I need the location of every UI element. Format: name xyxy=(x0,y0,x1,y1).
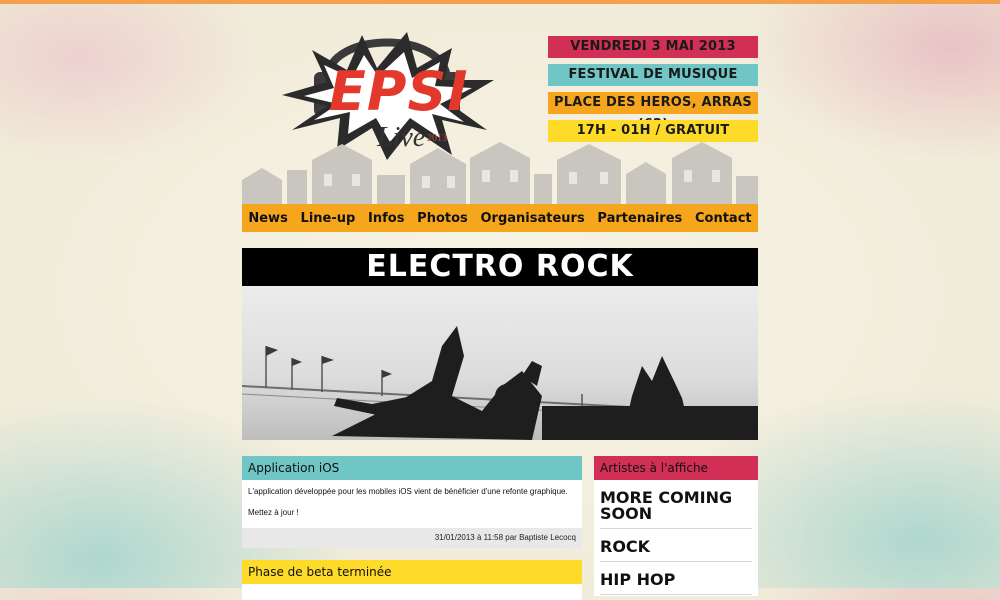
event-date: Vendredi 3 Mai 2013 xyxy=(548,36,758,58)
event-type: Festival de musique xyxy=(548,64,758,86)
buildings-illustration xyxy=(242,142,758,204)
nav-photos[interactable]: Photos xyxy=(417,211,468,226)
news-body: L'application développée pour les mobile… xyxy=(242,480,582,518)
nav-news[interactable]: News xyxy=(248,211,287,226)
logo-title: EPSI xyxy=(329,60,469,123)
nav-infos[interactable]: Infos xyxy=(368,211,404,226)
event-hours: 17h - 01h / Gratuit xyxy=(548,120,758,142)
banner-photo xyxy=(242,286,758,440)
event-location: Place des Heros, Arras (62) xyxy=(548,92,758,132)
news-paragraph: Mettez à jour ! xyxy=(248,508,299,517)
news-card: Phase de beta terminée xyxy=(242,560,582,600)
news-title[interactable]: Phase de beta terminée xyxy=(242,560,582,584)
news-paragraph: L'application développée pour les mobile… xyxy=(248,487,568,496)
news-title[interactable]: Application iOS xyxy=(242,456,582,480)
nav-contact[interactable]: Contact xyxy=(695,211,752,226)
nav-partenaires[interactable]: Partenaires xyxy=(597,211,682,226)
artists-title: Artistes à l'affiche xyxy=(594,456,758,480)
news-meta: 31/01/2013 à 11:58 par Baptiste Lecocq xyxy=(242,528,582,548)
nav-organisateurs[interactable]: Organisateurs xyxy=(481,211,585,226)
news-card: Application iOS L'application développée… xyxy=(242,456,582,548)
crowd-photo xyxy=(242,326,758,440)
nav-line-up[interactable]: Line-up xyxy=(301,211,356,226)
artist-item[interactable]: ROCK xyxy=(600,529,752,562)
banner-title: ELECTRO ROCK xyxy=(242,248,758,286)
artist-item[interactable]: HIP HOP xyxy=(600,562,752,595)
artist-item[interactable]: MORE COMING SOON xyxy=(600,480,752,529)
main-navigation: News Line-up Infos Photos Organisateurs … xyxy=(242,204,758,232)
artists-panel: Artistes à l'affiche MORE COMING SOON RO… xyxy=(594,456,758,596)
page-container: EPSI Live 2013 Vendredi 3 Mai 2013 Festi… xyxy=(242,0,758,600)
